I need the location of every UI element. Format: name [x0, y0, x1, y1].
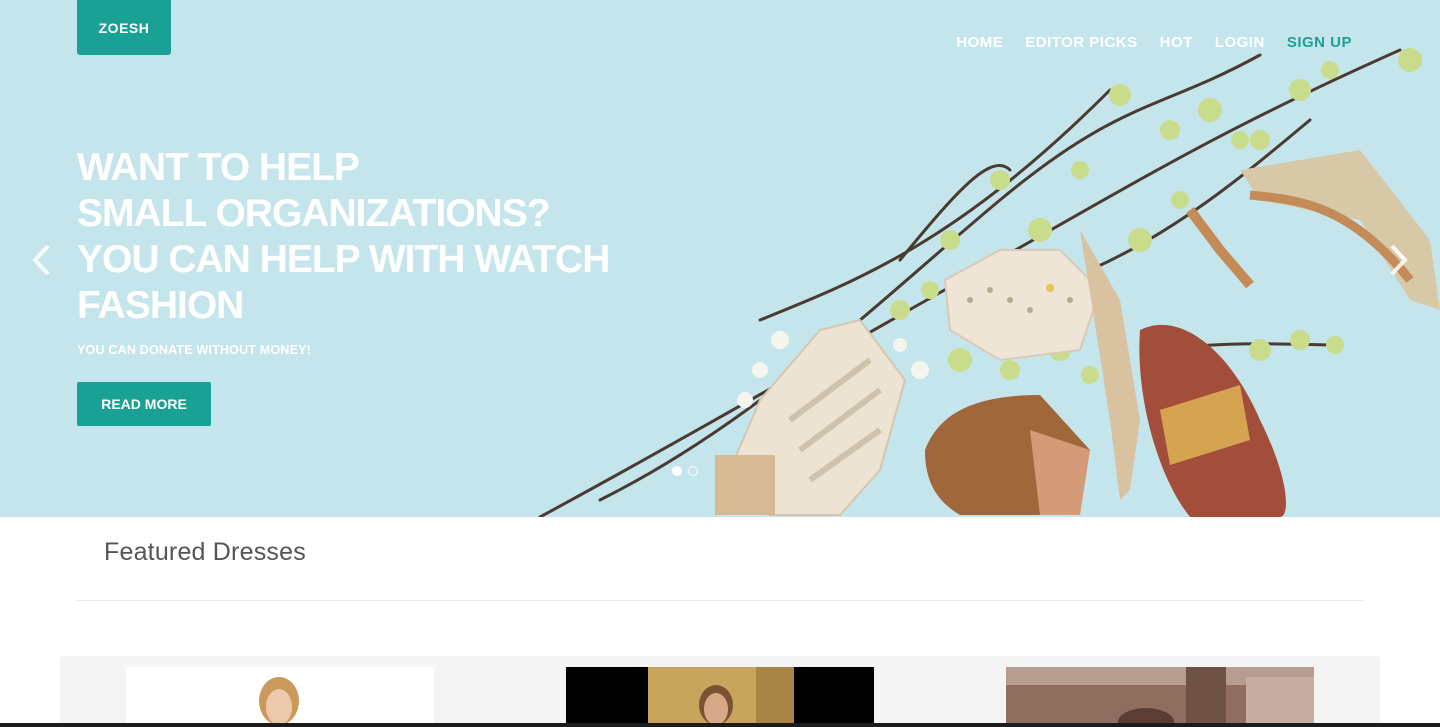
featured-cards	[60, 656, 1380, 727]
carousel-dot-1[interactable]	[672, 466, 682, 476]
main-nav: HOME EDITOR PICKS HOT LOGIN SIGN UP	[956, 34, 1352, 51]
nav-editor-picks[interactable]: EDITOR PICKS	[1025, 34, 1137, 51]
hero-title: WANT TO HELP SMALL ORGANIZATIONS? YOU CA…	[77, 145, 677, 329]
nav-home[interactable]: HOME	[956, 34, 1003, 51]
chevron-right-icon	[1390, 244, 1408, 276]
carousel-dot-2[interactable]	[688, 466, 698, 476]
featured-card[interactable]	[566, 667, 874, 727]
section-divider	[77, 600, 1363, 601]
hero-title-line: WANT TO HELP	[77, 146, 360, 189]
featured-card[interactable]	[1006, 667, 1314, 727]
dress-image	[1006, 667, 1314, 727]
dress-image	[566, 667, 874, 727]
carousel-next-button[interactable]	[1384, 240, 1414, 280]
nav-sign-up[interactable]: SIGN UP	[1287, 34, 1352, 51]
window-bottom-edge	[0, 723, 1440, 727]
featured-card[interactable]	[126, 667, 434, 727]
chevron-left-icon	[32, 244, 50, 276]
carousel-indicators	[672, 466, 698, 476]
carousel-prev-button[interactable]	[26, 240, 56, 280]
featured-section-title: Featured Dresses	[104, 538, 306, 566]
hero-subtitle: YOU CAN DONATE WITHOUT MONEY!	[77, 343, 312, 357]
hero-title-line: YOU CAN HELP WITH WATCH	[77, 238, 610, 281]
nav-login[interactable]: LOGIN	[1215, 34, 1265, 51]
hero-copy: WANT TO HELP SMALL ORGANIZATIONS? YOU CA…	[77, 145, 677, 426]
hero-carousel: ZOESH HOME EDITOR PICKS HOT LOGIN SIGN U…	[0, 0, 1440, 517]
hero-title-line: FASHION	[77, 284, 244, 327]
nav-hot[interactable]: HOT	[1160, 34, 1193, 51]
dress-image	[126, 667, 434, 727]
read-more-button[interactable]: READ MORE	[77, 382, 211, 426]
brand-logo[interactable]: ZOESH	[77, 0, 171, 55]
hero-title-line: SMALL ORGANIZATIONS?	[77, 192, 551, 235]
